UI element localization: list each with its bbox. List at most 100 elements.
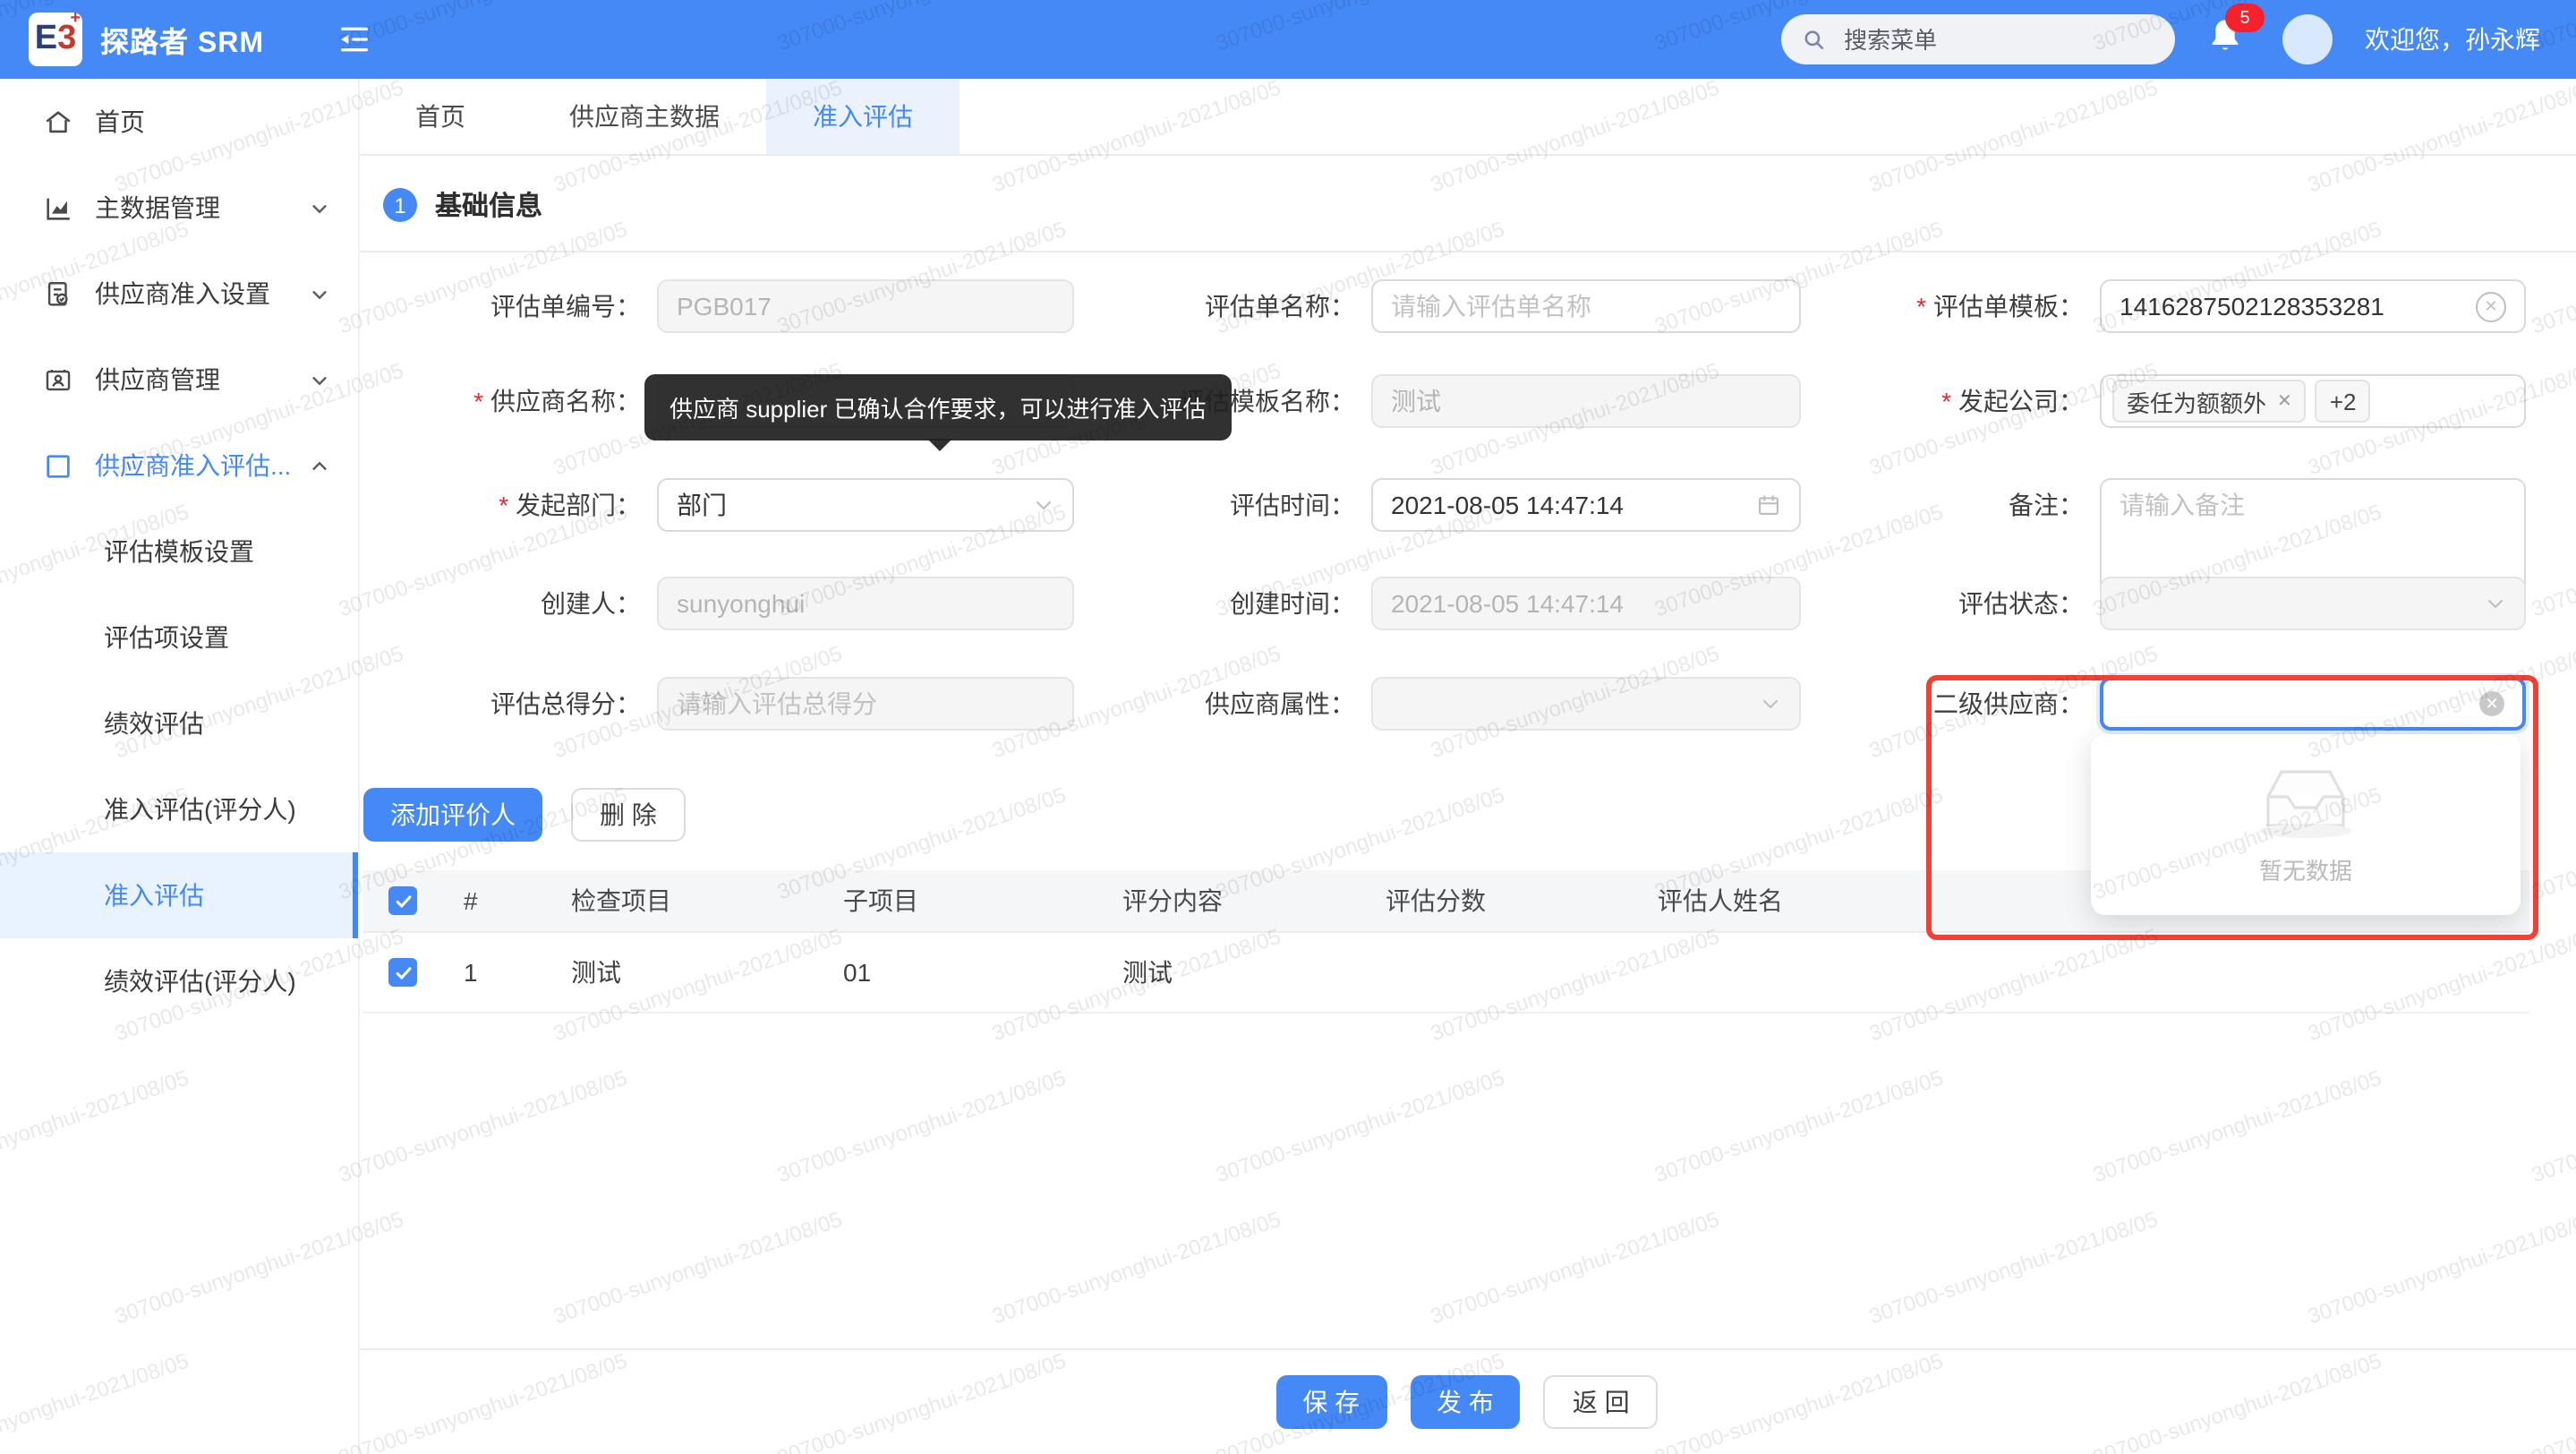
tab-supplier-master-data[interactable]: 供应商主数据 bbox=[523, 79, 766, 154]
col-header-index: # bbox=[449, 886, 557, 915]
sidebar-item-label: 供应商准入设置 bbox=[95, 276, 270, 312]
sidebar-item-home[interactable]: 首页 bbox=[0, 79, 358, 165]
field-label-eval-template: *评估单模板： bbox=[1754, 279, 2084, 333]
user-greeting: 欢迎您，孙永辉 bbox=[2365, 21, 2540, 57]
sidebar-item-label: 供应商管理 bbox=[95, 362, 220, 398]
eval-name-input[interactable] bbox=[1371, 279, 1801, 333]
field-label-creator: 创建人： bbox=[358, 577, 641, 630]
sidebar-subitem-eval-item-settings[interactable]: 评估项设置 bbox=[0, 594, 358, 680]
search-icon bbox=[1803, 26, 1826, 53]
section-divider bbox=[358, 251, 2576, 252]
add-evaluator-button[interactable]: 添加评价人 bbox=[363, 788, 542, 842]
sidebar-item-label: 主数据管理 bbox=[95, 190, 220, 226]
section-number-badge: 1 bbox=[383, 188, 417, 222]
field-label-eval-name: 评估单名称： bbox=[1074, 279, 1355, 333]
field-label-supplier-attr: 供应商属性： bbox=[1074, 677, 1355, 731]
sidebar-item-supplier-management[interactable]: 供应商管理 bbox=[0, 337, 358, 423]
tooltip-arrow bbox=[927, 439, 952, 451]
app: E3+ 探路者 SRM 5 欢迎您，孙永辉 bbox=[0, 0, 2576, 1454]
chevron-up-icon bbox=[310, 456, 329, 475]
cell-index: 1 bbox=[449, 958, 557, 987]
dept-select[interactable]: 部门 bbox=[657, 478, 1074, 532]
field-label-create-time: 创建时间： bbox=[1074, 577, 1355, 630]
sidebar-subitem-admission-eval[interactable]: 准入评估 bbox=[0, 852, 358, 938]
secondary-supplier-dropdown: 暂无数据 bbox=[2091, 734, 2521, 915]
select-all-checkbox[interactable] bbox=[388, 886, 417, 915]
menu-fold-icon bbox=[336, 21, 371, 57]
clear-icon[interactable]: ✕ bbox=[2476, 291, 2506, 321]
check-icon bbox=[393, 962, 413, 982]
check-icon bbox=[393, 891, 413, 911]
sidebar-subitem-label: 绩效评估(评分人) bbox=[104, 963, 296, 999]
chevron-down-icon bbox=[2485, 593, 2506, 614]
field-label-eval-no: 评估单编号： bbox=[358, 279, 641, 333]
avatar[interactable] bbox=[2282, 14, 2333, 64]
field-label-supplier-name: *供应商名称： bbox=[358, 374, 641, 428]
chevron-down-icon bbox=[310, 284, 329, 304]
eval-template-input[interactable]: 1416287502128353281 ✕ bbox=[2100, 279, 2526, 333]
back-button[interactable]: 返 回 bbox=[1544, 1375, 1659, 1429]
save-button[interactable]: 保 存 bbox=[1275, 1375, 1386, 1429]
home-icon bbox=[43, 107, 73, 137]
sidebar-subitem-label: 评估项设置 bbox=[104, 620, 229, 655]
field-label-total-score: 评估总得分： bbox=[358, 677, 641, 731]
sidebar-subitem-performance-eval[interactable]: 绩效评估 bbox=[0, 680, 358, 766]
sidebar-subitem-label: 评估模板设置 bbox=[104, 534, 254, 569]
search-input[interactable] bbox=[1840, 24, 2154, 55]
app-title: 探路者 SRM bbox=[100, 18, 264, 61]
eval-no-input bbox=[657, 279, 1074, 333]
row-checkbox[interactable] bbox=[388, 958, 417, 987]
search-box[interactable] bbox=[1781, 14, 2175, 64]
eval-status-select bbox=[2100, 577, 2526, 630]
publish-button[interactable]: 发 布 bbox=[1410, 1375, 1521, 1429]
tag-close-icon[interactable]: ✕ bbox=[2277, 391, 2292, 411]
field-label-secondary-supplier: 二级供应商： bbox=[1754, 677, 2084, 731]
menu-collapse-button[interactable] bbox=[336, 21, 371, 57]
secondary-supplier-select[interactable]: ✕ bbox=[2100, 677, 2526, 731]
sidebar-subitem-eval-template-settings[interactable]: 评估模板设置 bbox=[0, 509, 358, 594]
square-icon bbox=[43, 450, 73, 481]
tab-home[interactable]: 首页 bbox=[369, 79, 512, 154]
template-name-input bbox=[1371, 374, 1801, 428]
tab-admission-eval[interactable]: 准入评估 bbox=[766, 79, 960, 154]
field-label-remark: 备注： bbox=[1754, 478, 2084, 532]
delete-button[interactable]: 删 除 bbox=[571, 788, 686, 842]
creator-input bbox=[657, 577, 1074, 630]
cell-sub-item: 01 bbox=[829, 958, 1108, 987]
sidebar: 首页 主数据管理 供应商准入设置 供应商管理 bbox=[0, 79, 360, 1454]
tab-bar: 首页 供应商主数据 准入评估 bbox=[358, 79, 2576, 156]
tooltip-text: 供应商 supplier 已确认合作要求，可以进行准入评估 bbox=[670, 396, 1207, 423]
dept-value: 部门 bbox=[677, 487, 727, 523]
table-toolbar: 添加评价人 删 除 bbox=[363, 788, 686, 842]
empty-text: 暂无数据 bbox=[2259, 852, 2352, 886]
company-more-tag: +2 bbox=[2316, 380, 2371, 423]
chevron-down-icon bbox=[1033, 494, 1054, 516]
sidebar-item-supplier-admission-evaluation[interactable]: 供应商准入评估... bbox=[0, 423, 358, 509]
sidebar-subitem-admission-eval-scorer[interactable]: 准入评估(评分人) bbox=[0, 766, 358, 852]
notification-button[interactable]: 5 bbox=[2207, 16, 2250, 63]
empty-shadow bbox=[2259, 824, 2352, 838]
header-right: 5 欢迎您，孙永辉 bbox=[1781, 14, 2540, 64]
col-header-sub-item: 子项目 bbox=[829, 883, 1108, 919]
eval-time-value: 2021-08-05 14:47:14 bbox=[1391, 491, 1624, 519]
create-time-input bbox=[1371, 577, 1801, 630]
sidebar-subitem-performance-eval-scorer[interactable]: 绩效评估(评分人) bbox=[0, 938, 358, 1024]
app-logo[interactable]: E3+ bbox=[29, 13, 82, 66]
total-score-input bbox=[657, 677, 1074, 731]
clear-icon[interactable]: ✕ bbox=[2479, 691, 2504, 716]
col-header-check-item: 检查项目 bbox=[557, 883, 829, 919]
company-select[interactable]: 委任为额额外✕ +2 bbox=[2100, 374, 2526, 428]
document-check-icon bbox=[43, 278, 73, 309]
notification-badge: 5 bbox=[2225, 4, 2265, 32]
table-row: 1 测试 01 测试 bbox=[363, 933, 2529, 1014]
sidebar-item-master-data[interactable]: 主数据管理 bbox=[0, 165, 358, 251]
section-header: 1 基础信息 bbox=[383, 186, 542, 224]
company-tag: 委任为额额外✕ bbox=[2112, 380, 2307, 423]
chart-icon bbox=[43, 192, 73, 223]
eval-time-input[interactable]: 2021-08-05 14:47:14 bbox=[1371, 478, 1801, 532]
main-content: 1 基础信息 评估单编号： 评估单名称： *评估单模板： 14162875021… bbox=[358, 154, 2576, 1454]
sidebar-item-supplier-admission-settings[interactable]: 供应商准入设置 bbox=[0, 251, 358, 337]
cell-score-content: 测试 bbox=[1108, 954, 1371, 990]
sidebar-item-label: 首页 bbox=[95, 104, 145, 140]
chevron-down-icon bbox=[310, 370, 329, 389]
